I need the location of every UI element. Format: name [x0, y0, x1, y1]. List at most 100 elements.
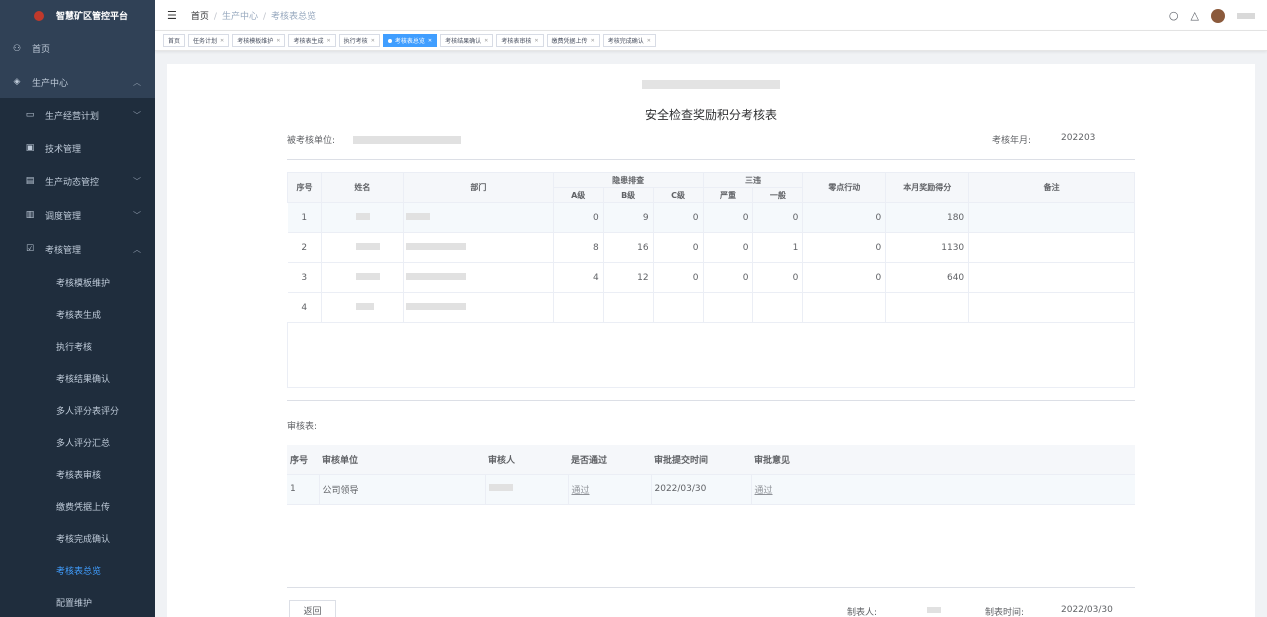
app-logo: 智慧矿区管控平台 — [0, 0, 155, 31]
chevron-down-icon: ﹀ — [133, 110, 141, 120]
col-hidden-danger: 隐患排查 — [552, 172, 704, 188]
report-card: 安全检查奖励积分考核表 被考核单位: 考核年月: 202203 序号 姓名 部门… — [167, 64, 1255, 617]
tag-complete-confirm[interactable]: 考核完成确认 ✕ — [602, 34, 656, 47]
table-empty-area — [287, 322, 1135, 388]
col-normal: 一般 — [752, 187, 804, 203]
sidebar-item-production-dynamic[interactable]: ▤ 生产动态管控 ﹀ — [0, 164, 155, 198]
sidebar-item-complete-confirm[interactable]: 考核完成确认 — [0, 522, 155, 554]
sidebar-item-multi-summary[interactable]: 多人评分汇总 — [0, 426, 155, 458]
month-label: 考核年月: — [992, 136, 1032, 146]
sidebar-item-review[interactable]: 考核表审核 — [0, 458, 155, 490]
sidebar-item-generate[interactable]: 考核表生成 — [0, 298, 155, 330]
layers-icon: ◈ — [13, 77, 21, 87]
chevron-up-icon: ︿ — [133, 244, 141, 254]
col-dept: 部门 — [402, 172, 554, 203]
search-icon[interactable]: ○ — [1169, 9, 1179, 22]
app-title: 智慧矿区管控平台 — [56, 12, 129, 22]
document-title: 安全检查奖励积分考核表 — [644, 108, 777, 122]
sidebar-item-multi-score[interactable]: 多人评分表评分 — [0, 394, 155, 426]
audit-col-passed: 是否通过 — [568, 445, 651, 475]
active-dot-icon — [387, 38, 392, 43]
tag-template[interactable]: 考核模板维护 ✕ — [232, 34, 286, 47]
breadcrumb-home[interactable]: 首页 — [191, 12, 209, 22]
close-icon[interactable]: ✕ — [220, 38, 224, 44]
time-value: 2022/03/30 — [1061, 605, 1113, 615]
col-b: B级 — [602, 187, 654, 203]
col-violations: 三违 — [702, 172, 804, 188]
name-redacted — [355, 302, 374, 310]
col-remark: 备注 — [968, 172, 1135, 203]
sidebar-item-template[interactable]: 考核模板维护 — [0, 266, 155, 298]
hamburger-icon[interactable]: ☰ — [167, 9, 177, 22]
auditor-redacted — [488, 484, 513, 491]
company-name-redacted — [642, 80, 780, 89]
report-footer: 返回 制表人: 制表时间: 2022/03/30 — [287, 600, 1135, 617]
chevron-down-icon: ﹀ — [133, 210, 141, 220]
close-icon[interactable]: ✕ — [484, 38, 488, 44]
unit-label: 被考核单位: — [287, 136, 336, 146]
sidebar-item-production-plan[interactable]: ▭ 生产经营计划 ﹀ — [0, 98, 155, 132]
time-label: 制表时间: — [985, 608, 1025, 617]
tag-result-confirm[interactable]: 考核结果确认 ✕ — [440, 34, 494, 47]
tag-home[interactable]: 首页 — [163, 34, 186, 47]
breadcrumb-current: 考核表总览 — [271, 11, 317, 22]
dept-redacted — [405, 272, 466, 280]
close-icon[interactable]: ✕ — [534, 38, 538, 44]
sidebar-item-assessment[interactable]: ☑ 考核管理 ︿ — [0, 232, 155, 266]
close-icon[interactable]: ✕ — [647, 38, 651, 44]
name-redacted — [355, 212, 370, 220]
sidebar-item-result-confirm[interactable]: 考核结果确认 — [0, 362, 155, 394]
maker-label: 制表人: — [847, 608, 878, 617]
sidebar-item-config[interactable]: 配置维护 — [0, 586, 155, 617]
score-table: 序号 姓名 部门 隐患排查 三违 零点行动 本月奖励得分 备注 A级 B级 C级… — [287, 172, 1135, 323]
table-row: 2 8 16 0 0 1 0 1130 — [287, 232, 1135, 263]
bell-icon[interactable]: △ — [1191, 9, 1199, 22]
sidebar-item-dispatch[interactable]: ▥ 调度管理 ﹀ — [0, 198, 155, 232]
month-value: 202203 — [1061, 133, 1096, 143]
back-button[interactable]: 返回 — [289, 600, 336, 617]
tag-generate[interactable]: 考核表生成 ✕ — [288, 34, 336, 47]
tag-task-plan[interactable]: 任务计划 ✕ — [188, 34, 230, 47]
table-row: 3 4 12 0 0 0 0 640 — [287, 262, 1135, 293]
dashboard-icon: ⚇ — [12, 43, 22, 54]
avatar[interactable] — [1211, 8, 1225, 23]
tag-execute[interactable]: 执行考核 ✕ — [338, 34, 380, 47]
close-icon[interactable]: ✕ — [591, 38, 595, 44]
close-icon[interactable]: ✕ — [371, 38, 375, 44]
passed-link[interactable]: 通过 — [572, 486, 590, 496]
sidebar-item-production-center[interactable]: ◈ 生产中心 ︿ — [0, 66, 155, 98]
audit-col-seq: 序号 — [287, 445, 319, 475]
audit-col-time: 审批提交时间 — [651, 445, 751, 475]
divider — [287, 159, 1135, 160]
col-severe: 严重 — [702, 187, 754, 203]
close-icon[interactable]: ✕ — [276, 38, 280, 44]
doc-icon: ▣ — [25, 143, 35, 153]
col-score: 本月奖励得分 — [885, 172, 970, 203]
sidebar: 智慧矿区管控平台 ⚇ 首页 ◈ 生产中心 ︿ ▭ 生产经营计划 ﹀ ▣ 技术管理… — [0, 0, 155, 617]
sidebar-item-overview[interactable]: 考核表总览 — [0, 554, 155, 586]
chevron-up-icon: ︿ — [133, 77, 141, 87]
tag-review[interactable]: 考核表审核 ✕ — [496, 34, 544, 47]
col-zero-action: 零点行动 — [802, 172, 887, 203]
logo-icon — [34, 10, 44, 21]
sidebar-item-payment-upload[interactable]: 缴费凭据上传 — [0, 490, 155, 522]
sidebar-item-execute[interactable]: 执行考核 — [0, 330, 155, 362]
sidebar-item-home[interactable]: ⚇ 首页 — [0, 31, 155, 66]
divider — [287, 400, 1135, 401]
checkbox-icon: ☑ — [25, 244, 35, 254]
close-icon[interactable]: ✕ — [428, 38, 432, 44]
monitor-icon: ▤ — [25, 176, 35, 186]
col-c: C级 — [652, 187, 704, 203]
breadcrumb-level1[interactable]: 生产中心 — [222, 12, 258, 22]
sidebar-item-tech-management[interactable]: ▣ 技术管理 — [0, 132, 155, 164]
table-row: 1 公司领导 通过 2022/03/30 通过 — [287, 474, 1135, 505]
dept-redacted — [405, 242, 466, 250]
opinion-link[interactable]: 通过 — [755, 486, 773, 496]
tag-payment-upload[interactable]: 缴费凭据上传 ✕ — [546, 34, 600, 47]
tag-overview[interactable]: 考核表总览 ✕ — [382, 34, 438, 47]
maker-redacted — [927, 607, 941, 613]
table-row: 1 0 9 0 0 0 0 180 — [287, 202, 1135, 233]
close-icon[interactable]: ✕ — [326, 38, 330, 44]
audit-label: 审核表: — [287, 422, 318, 432]
username[interactable] — [1237, 12, 1255, 19]
